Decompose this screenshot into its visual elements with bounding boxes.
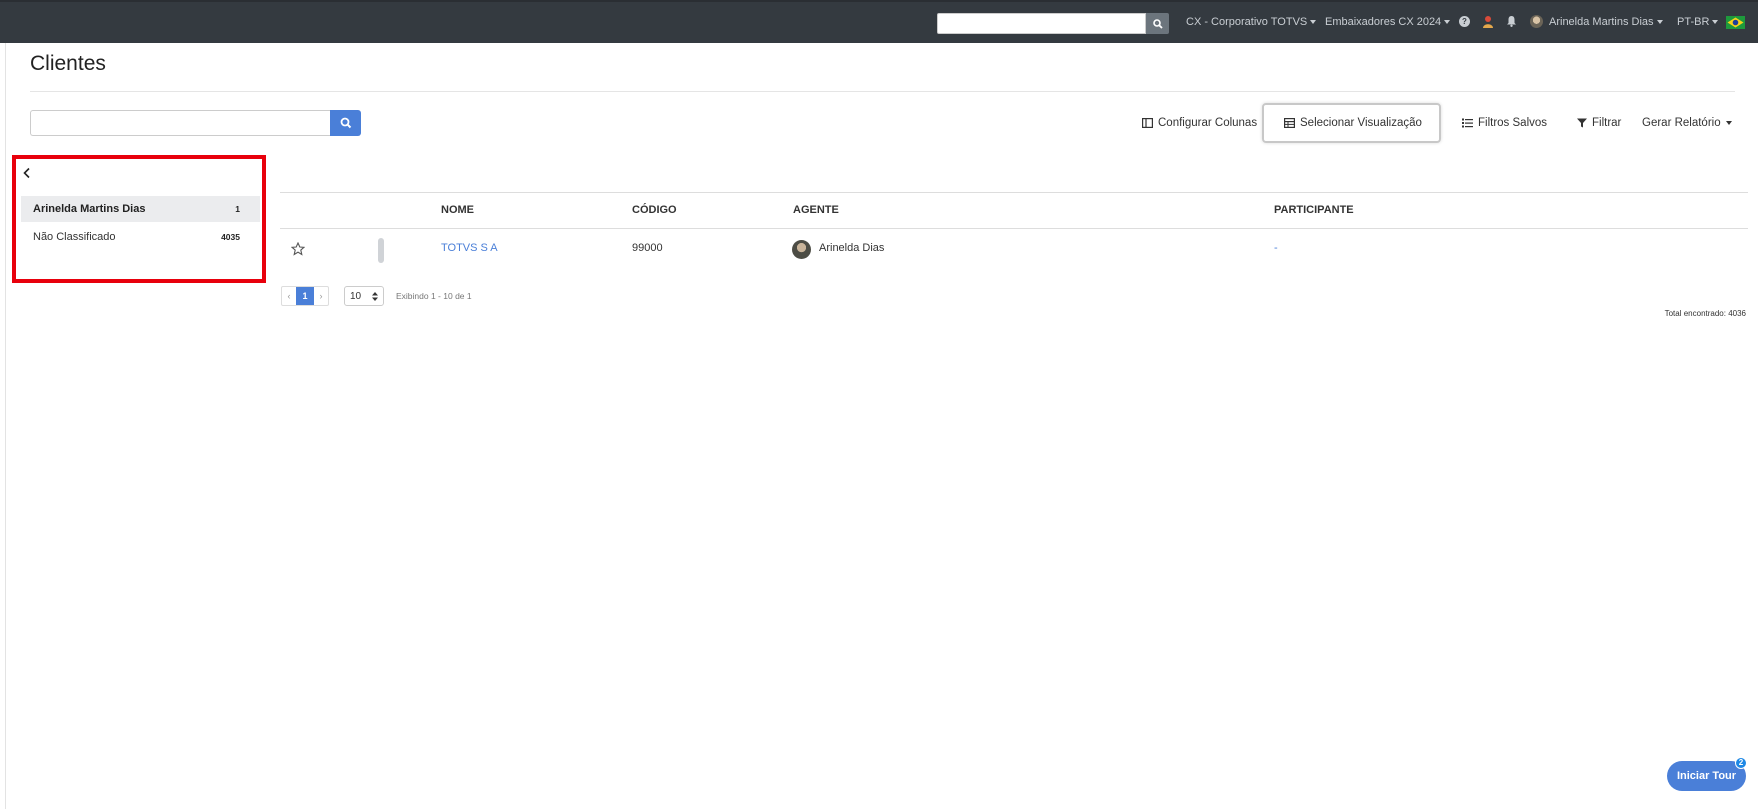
columns-icon	[1142, 118, 1153, 128]
report-label: Gerar Relatório	[1642, 117, 1721, 129]
group-item-label: Não Classificado	[33, 231, 116, 243]
tour-badge: 2	[1735, 757, 1747, 769]
pagination: ‹ 1 ›	[281, 286, 329, 306]
language-dropdown[interactable]: PT-BR	[1677, 14, 1719, 30]
org-dropdown[interactable]: CX - Corporativo TOTVS	[1186, 14, 1317, 30]
table-icon	[1284, 118, 1295, 128]
filter-label: Filtrar	[1592, 117, 1622, 129]
chevron-down-icon	[1310, 20, 1317, 25]
chevron-left-icon	[23, 167, 30, 179]
saved-filters-button[interactable]: Filtros Salvos	[1462, 113, 1547, 133]
table-header-divider	[280, 228, 1748, 229]
client-search-input[interactable]	[30, 110, 331, 136]
configure-columns-button[interactable]: Configurar Colunas	[1142, 113, 1257, 133]
saved-filters-label: Filtros Salvos	[1478, 117, 1548, 129]
list-icon	[1462, 118, 1473, 128]
user-avatar[interactable]	[1530, 15, 1543, 28]
group-panel: Arinelda Martins Dias 1 Não Classificado…	[12, 155, 266, 283]
select-view-label: Selecionar Visualização	[1300, 117, 1422, 129]
group-item-unclassified[interactable]: Não Classificado 4035	[21, 224, 260, 250]
select-view-button[interactable]: Selecionar Visualização	[1284, 113, 1422, 133]
filter-button[interactable]: Filtrar	[1577, 113, 1621, 133]
sort-arrows-icon	[372, 291, 378, 301]
program-dropdown[interactable]: Embaixadores CX 2024	[1325, 14, 1451, 30]
participant-value: -	[1274, 242, 1278, 254]
chevron-down-icon	[1725, 121, 1732, 125]
group-item-count: 1	[235, 204, 240, 214]
favorite-star-icon[interactable]	[291, 242, 305, 256]
user-name: Arinelda Martins Dias	[1549, 16, 1654, 28]
table-top-border	[280, 192, 1748, 193]
filter-icon	[1577, 118, 1587, 128]
left-border	[5, 43, 6, 809]
prev-page-button[interactable]: ‹	[282, 287, 296, 305]
top-navbar: CX - Corporativo TOTVS Embaixadores CX 2…	[0, 0, 1758, 43]
group-item-label: Arinelda Martins Dias	[33, 203, 146, 215]
drag-handle[interactable]	[378, 238, 384, 263]
person-icon[interactable]	[1482, 15, 1494, 28]
client-search-button[interactable]	[330, 110, 361, 136]
title-divider	[30, 91, 1735, 92]
group-item-arinelda[interactable]: Arinelda Martins Dias 1	[21, 196, 260, 222]
page-title: Clientes	[30, 52, 106, 75]
chevron-down-icon	[1712, 20, 1719, 25]
per-page-value: 10	[350, 290, 362, 302]
page-1-button[interactable]: 1	[296, 287, 314, 305]
collapse-panel-button[interactable]	[22, 167, 34, 181]
total-found-text: Total encontrado: 4036	[1664, 309, 1746, 318]
client-name-link[interactable]: TOTVS S A	[441, 242, 498, 254]
program-label: Embaixadores CX 2024	[1325, 16, 1442, 28]
column-header-code[interactable]: CÓDIGO	[632, 204, 677, 216]
global-search-input[interactable]	[937, 13, 1146, 34]
client-code: 99000	[632, 242, 663, 254]
org-label: CX - Corporativo TOTVS	[1186, 16, 1308, 28]
group-item-count: 4035	[221, 232, 240, 242]
chevron-down-icon	[1656, 20, 1663, 25]
chevron-down-icon	[1444, 20, 1451, 25]
agent-name: Arinelda Dias	[819, 242, 885, 254]
global-search-button[interactable]	[1146, 13, 1169, 34]
next-page-button[interactable]: ›	[314, 287, 328, 305]
column-header-participant[interactable]: PARTICIPANTE	[1274, 204, 1354, 216]
per-page-select[interactable]: 10	[344, 286, 384, 306]
showing-range-text: Exibindo 1 - 10 de 1	[396, 291, 472, 301]
user-menu-dropdown[interactable]: Arinelda Martins Dias	[1549, 14, 1663, 30]
column-header-name[interactable]: NOME	[441, 204, 474, 216]
language-label: PT-BR	[1677, 16, 1710, 28]
search-icon	[1152, 18, 1163, 29]
search-icon	[340, 117, 351, 129]
column-header-agent[interactable]: AGENTE	[793, 204, 839, 216]
help-icon[interactable]: ?	[1459, 16, 1470, 27]
agent-avatar	[792, 240, 811, 259]
report-dropdown[interactable]: Gerar Relatório	[1642, 113, 1732, 133]
start-tour-button[interactable]: Iniciar Tour	[1667, 761, 1746, 791]
brazil-flag-icon[interactable]	[1726, 16, 1745, 29]
configure-columns-label: Configurar Colunas	[1158, 117, 1258, 129]
bell-icon[interactable]	[1506, 15, 1517, 27]
